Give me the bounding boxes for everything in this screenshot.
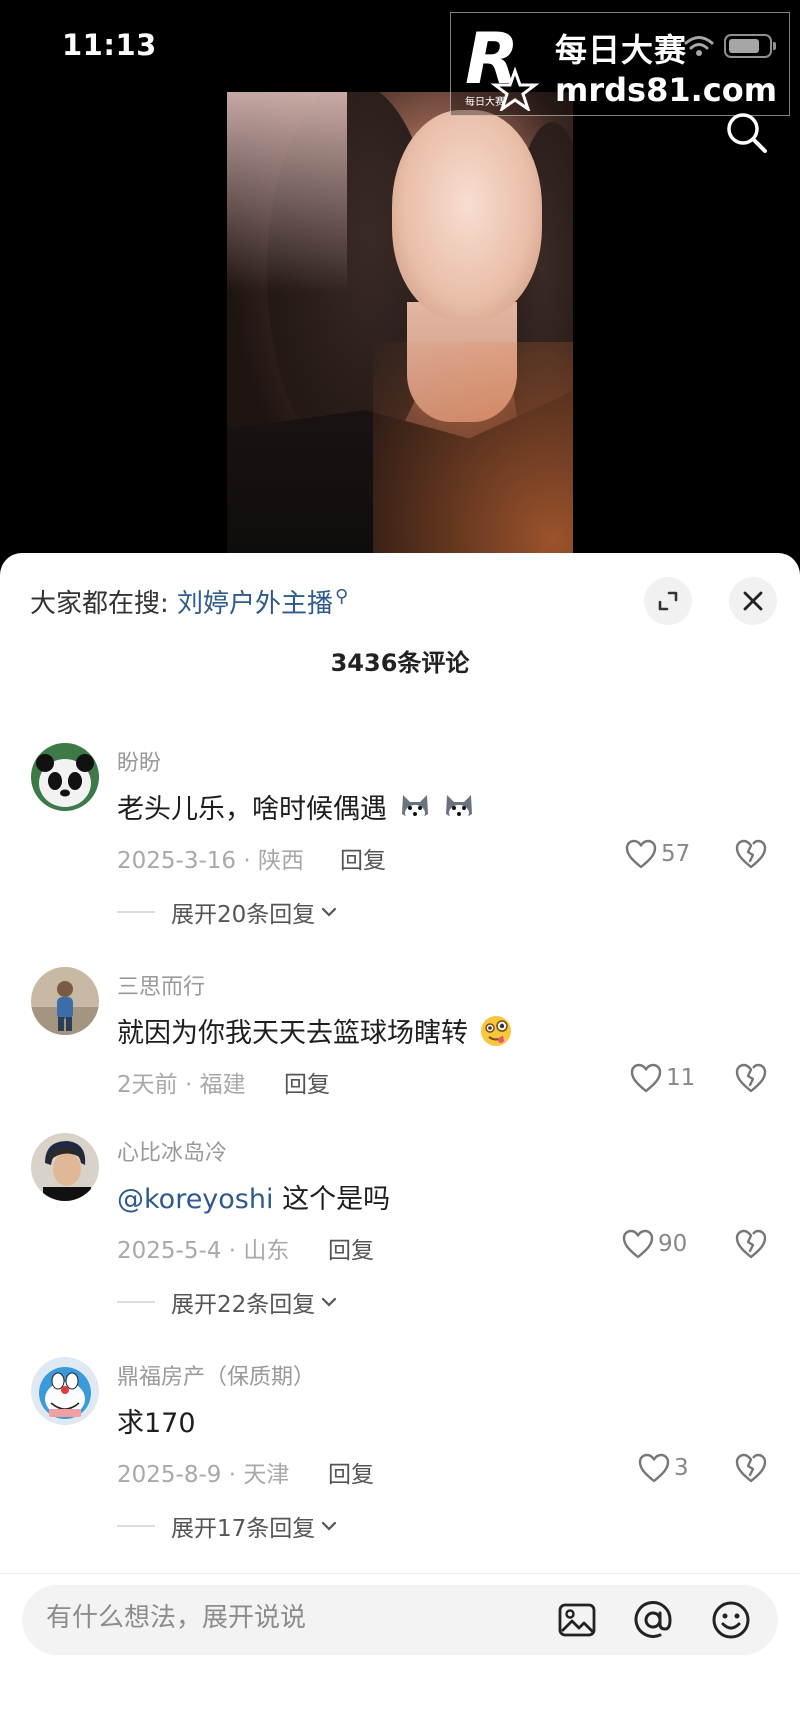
drooling-emoji-icon <box>480 1016 511 1046</box>
watermark: R 每日大赛 每日大赛 mrds81.com <box>450 12 790 116</box>
comment-body: 就因为你我天天去篮球场瞎转 <box>117 1018 468 1049</box>
close-button[interactable] <box>729 577 777 625</box>
expand-replies-label: 展开17条回复 <box>171 1516 316 1542</box>
watermark-url: mrds81.com <box>555 71 778 109</box>
watermark-logo: R 每日大赛 <box>465 21 539 111</box>
broken-heart-icon[interactable] <box>734 1451 768 1485</box>
expand-replies-button[interactable]: 展开17条回复 <box>117 1509 337 1543</box>
comment-input-bar[interactable] <box>22 1585 778 1655</box>
watermark-title: 每日大赛 <box>555 31 688 69</box>
comment-body: 这个是吗 <box>273 1184 391 1215</box>
comment-count: 3436条评论 <box>330 649 470 677</box>
input-divider <box>0 1573 800 1574</box>
comment-meta: 2025-8-9 · 天津 <box>117 1462 290 1488</box>
status-time: 11:13 <box>62 28 157 62</box>
svg-text:每日大赛: 每日大赛 <box>465 95 505 108</box>
avatar[interactable] <box>31 1357 99 1425</box>
like-button[interactable]: 11 <box>630 1061 695 1095</box>
like-count: 11 <box>666 1065 696 1091</box>
at-icon[interactable] <box>632 1599 674 1641</box>
search-icon[interactable] <box>724 110 770 156</box>
chevron-down-icon <box>322 907 337 917</box>
heart-icon <box>622 1229 654 1259</box>
emoji-icon[interactable] <box>710 1599 752 1641</box>
comment-username[interactable]: 三思而行 <box>117 969 205 1001</box>
expand-button[interactable] <box>644 577 692 625</box>
expand-icon <box>658 591 678 611</box>
broken-heart-icon[interactable] <box>734 1061 768 1095</box>
hot-search-term[interactable]: 刘婷户外主播 <box>177 589 333 619</box>
comment-input[interactable] <box>46 1603 466 1633</box>
expand-replies-button[interactable]: 展开22条回复 <box>117 1285 337 1319</box>
broken-heart-icon[interactable] <box>734 837 768 871</box>
reply-button[interactable]: 回复 <box>340 841 386 875</box>
expand-replies-label: 展开20条回复 <box>171 902 316 928</box>
divider-line <box>117 1525 155 1527</box>
comments-sheet: 大家都在搜: 刘婷户外主播 ⚲ 3436条评论 盼盼 老头儿乐，啥时候偶遇 20… <box>0 553 800 1731</box>
heart-icon <box>625 839 657 869</box>
heart-icon <box>638 1453 670 1483</box>
comment-username[interactable]: 心比冰岛冷 <box>117 1135 227 1167</box>
like-count: 90 <box>658 1231 688 1257</box>
comment-username[interactable]: 盼盼 <box>117 745 161 777</box>
comment-text: 就因为你我天天去篮球场瞎转 <box>117 1011 513 1050</box>
video-area[interactable]: 11:13 R 每日大赛 每日大赛 mrds81.com <box>0 0 800 562</box>
husky-emoji-icon <box>446 795 473 821</box>
expand-replies-label: 展开22条回复 <box>171 1292 316 1318</box>
reply-button[interactable]: 回复 <box>284 1065 330 1099</box>
avatar[interactable] <box>31 967 99 1035</box>
comment-meta: 2025-3-16 · 陕西 <box>117 848 304 874</box>
mention-link[interactable]: @koreyoshi <box>117 1184 274 1215</box>
like-button[interactable]: 90 <box>622 1227 687 1261</box>
like-button[interactable]: 57 <box>625 837 690 871</box>
avatar[interactable] <box>31 743 99 811</box>
husky-emoji-icon <box>401 795 428 821</box>
avatar[interactable] <box>31 1133 99 1201</box>
video-frame[interactable] <box>227 92 573 562</box>
reply-button[interactable]: 回复 <box>328 1455 374 1489</box>
comment-username[interactable]: 鼎福房产（保质期） <box>117 1359 315 1391</box>
hot-search[interactable]: 大家都在搜: 刘婷户外主播 ⚲ <box>30 583 348 620</box>
comment-text: 求170 <box>117 1408 196 1439</box>
divider-line <box>117 911 155 913</box>
comment-text: @koreyoshi 这个是吗 <box>117 1177 390 1216</box>
chevron-down-icon <box>322 1521 337 1531</box>
chevron-down-icon <box>322 1297 337 1307</box>
divider-line <box>117 1301 155 1303</box>
like-button[interactable]: 3 <box>638 1451 689 1485</box>
expand-replies-button[interactable]: 展开20条回复 <box>117 895 337 929</box>
comment-meta: 2025-5-4 · 山东 <box>117 1238 290 1264</box>
comment-text: 老头儿乐，啥时候偶遇 <box>117 787 476 826</box>
svg-text:R: R <box>465 21 519 100</box>
mini-search-icon: ⚲ <box>335 586 349 608</box>
close-icon <box>743 591 763 611</box>
comment-body: 老头儿乐，啥时候偶遇 <box>117 794 387 825</box>
heart-icon <box>630 1063 662 1093</box>
comment-meta: 2天前 · 福建 <box>117 1072 246 1098</box>
reply-button[interactable]: 回复 <box>328 1231 374 1265</box>
like-count: 57 <box>661 841 691 867</box>
hot-search-prefix: 大家都在搜: <box>30 589 169 619</box>
broken-heart-icon[interactable] <box>734 1227 768 1261</box>
like-count: 3 <box>674 1455 689 1481</box>
image-icon[interactable] <box>556 1599 598 1641</box>
